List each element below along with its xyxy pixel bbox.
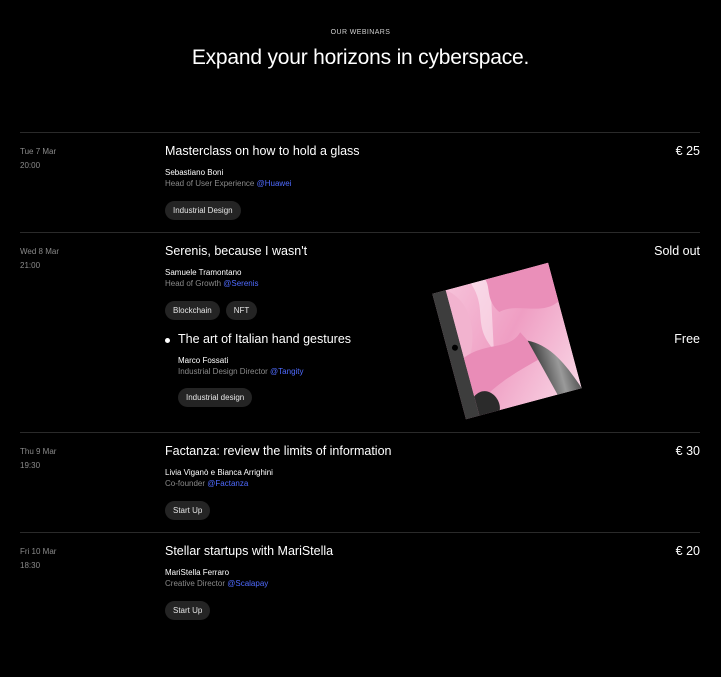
- divider: [20, 532, 700, 533]
- tag[interactable]: NFT: [225, 301, 258, 320]
- webinar-title[interactable]: Serenis, because I wasn't: [165, 244, 307, 258]
- role-text: Head of User Experience: [165, 179, 255, 188]
- divider: [20, 432, 700, 433]
- speaker-role: Head of User Experience @Huawei: [165, 179, 291, 188]
- webinar-time: 18:30: [20, 561, 41, 570]
- tag[interactable]: Industrial Design: [165, 201, 241, 220]
- company-link[interactable]: @Tangity: [270, 367, 303, 376]
- tag-list: Industrial design: [178, 388, 253, 407]
- webinar-day: Wed 8 Mar: [20, 247, 59, 256]
- webinar-day: Thu 9 Mar: [20, 447, 57, 456]
- speaker-name: Marco Fossati: [178, 356, 229, 365]
- webinar-price: Sold out: [654, 244, 700, 258]
- speaker-name: Livia Viganò e Bianca Arrighini: [165, 468, 273, 477]
- bullet-dot: [165, 338, 170, 343]
- company-link[interactable]: @Huawei: [257, 179, 292, 188]
- speaker-role: Head of Growth @Serenis: [165, 279, 259, 288]
- role-text: Industrial Design Director: [178, 367, 268, 376]
- divider: [20, 132, 700, 133]
- tag-list: Industrial Design: [165, 201, 241, 220]
- artwork-graphic: [432, 262, 582, 420]
- tag[interactable]: Start Up: [165, 601, 211, 620]
- webinar-date: Fri 10 Mar 18:30: [20, 545, 56, 573]
- page-title: Expand your horizons in cyberspace.: [191, 46, 530, 69]
- webinar-price: € 20: [675, 544, 700, 558]
- webinar-title[interactable]: Masterclass on how to hold a glass: [165, 144, 360, 158]
- webinar-time: 21:00: [20, 261, 41, 270]
- tag[interactable]: Industrial design: [178, 388, 253, 407]
- eyebrow-label: OUR WEBINARS: [330, 29, 391, 36]
- tag-list: Start Up: [165, 501, 211, 520]
- speaker-name: Samuele Tramontano: [165, 268, 242, 277]
- tag[interactable]: Blockchain: [165, 301, 220, 320]
- webinar-day: Fri 10 Mar: [20, 547, 57, 556]
- tag-list: Blockchain NFT: [165, 301, 258, 320]
- webinar-date: Thu 9 Mar 19:30: [20, 445, 56, 473]
- abstract-pink-artwork: [432, 262, 582, 420]
- divider: [20, 232, 700, 233]
- webinar-title[interactable]: The art of Italian hand gestures: [178, 332, 351, 346]
- speaker-role: Industrial Design Director @Tangity: [178, 367, 304, 376]
- tag-list: Start Up: [165, 601, 211, 620]
- webinar-title[interactable]: Factanza: review the limits of informati…: [165, 444, 391, 458]
- role-text: Co-founder: [165, 479, 206, 488]
- company-link[interactable]: @Factanza: [207, 479, 248, 488]
- speaker-name: Sebastiano Boni: [165, 168, 224, 177]
- company-link[interactable]: @Scalapay: [227, 579, 268, 588]
- role-text: Creative Director: [165, 579, 226, 588]
- webinar-date: Tue 7 Mar 20:00: [20, 145, 56, 173]
- speaker-role: Creative Director @Scalapay: [165, 579, 268, 588]
- webinar-price: € 25: [675, 144, 700, 158]
- role-text: Head of Growth: [165, 279, 222, 288]
- webinar-title[interactable]: Stellar startups with MariStella: [165, 544, 333, 558]
- tag[interactable]: Start Up: [165, 501, 211, 520]
- webinar-time: 20:00: [20, 161, 41, 170]
- webinar-date: Wed 8 Mar 21:00: [20, 245, 59, 273]
- company-link[interactable]: @Serenis: [223, 279, 258, 288]
- speaker-role: Co-founder @Factanza: [165, 479, 248, 488]
- webinar-day: Tue 7 Mar: [20, 147, 57, 156]
- speaker-name: MariStella Ferraro: [165, 568, 230, 577]
- webinar-time: 19:30: [20, 461, 41, 470]
- webinar-price: Free: [674, 332, 700, 346]
- webinar-price: € 30: [675, 444, 700, 458]
